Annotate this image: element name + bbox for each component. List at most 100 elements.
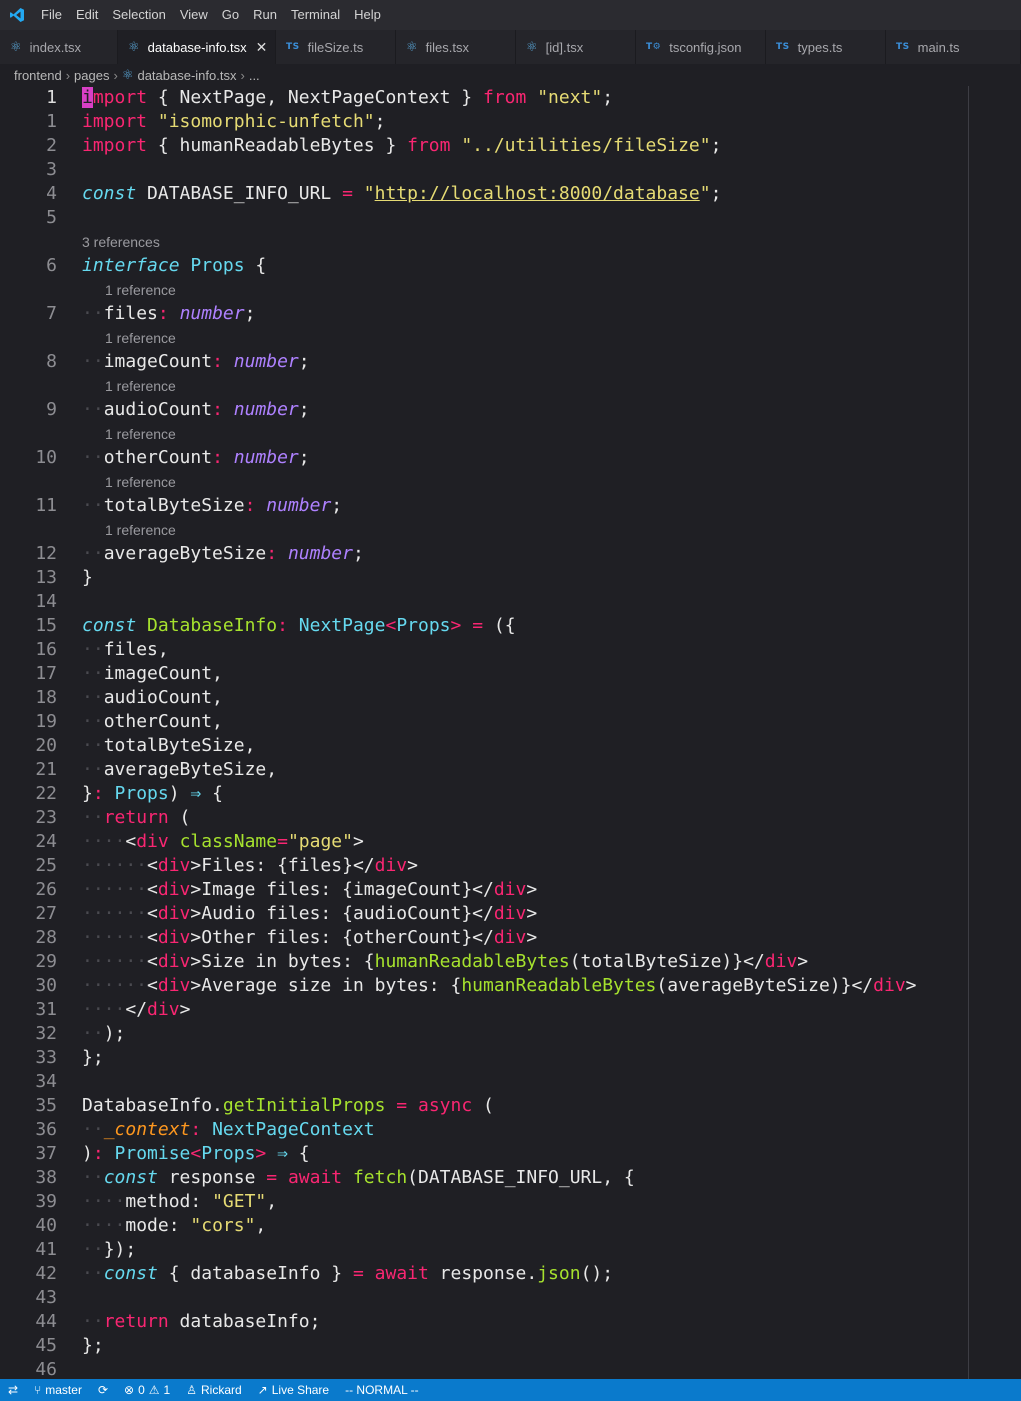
line-number: 44 bbox=[35, 1311, 57, 1332]
code-text: ··averageByteSize: number; bbox=[82, 543, 364, 564]
code-line[interactable]: 44 ··return databaseInfo; bbox=[0, 1310, 1000, 1334]
code-line[interactable]: 22}: Props) ⇒ { bbox=[0, 782, 1000, 806]
code-line[interactable]: 12 ··averageByteSize: number; bbox=[0, 542, 1000, 566]
code-text: ··averageByteSize, bbox=[82, 759, 278, 780]
branch-label: master bbox=[45, 1383, 82, 1397]
code-line[interactable]: 28 ······<div>Other files: {otherCount}</… bbox=[0, 926, 1000, 950]
code-line[interactable]: 39 ····method: "GET", bbox=[0, 1190, 1000, 1214]
code-line[interactable]: 43 bbox=[0, 1286, 1000, 1310]
code-line[interactable]: 26 ······<div>Image files: {imageCount}</… bbox=[0, 878, 1000, 902]
code-line[interactable]: 15 const DatabaseInfo: NextPage<Props> = … bbox=[0, 614, 1000, 638]
code-line[interactable]: 41 ··}); bbox=[0, 1238, 1000, 1262]
code-text: const DATABASE_INFO_URL = "http://localh… bbox=[82, 183, 722, 204]
tab-index-tsx[interactable]: ⚛ index.tsx bbox=[0, 30, 118, 64]
menu-edit[interactable]: Edit bbox=[69, 0, 105, 30]
tab-database-info-tsx[interactable]: ⚛ database-info.tsx ✕ bbox=[118, 30, 276, 64]
close-icon[interactable]: ✕ bbox=[256, 39, 268, 56]
codelens-references[interactable]: 1 reference bbox=[105, 374, 176, 398]
tab-tsconfig-json[interactable]: T⚙ tsconfig.json bbox=[636, 30, 766, 64]
codelens-references[interactable]: 1 reference bbox=[105, 278, 176, 302]
code-line[interactable]: 38 ··const response = await fetch(DATABAS… bbox=[0, 1166, 1000, 1190]
code-line[interactable]: 40 ····mode: "cors", bbox=[0, 1214, 1000, 1238]
code-line[interactable]: 23 ··return ( bbox=[0, 806, 1000, 830]
code-line[interactable]: 34 bbox=[0, 1070, 1000, 1094]
code-line[interactable]: 3 bbox=[0, 158, 1000, 182]
code-line[interactable]: 5 bbox=[0, 206, 1000, 230]
live-share-button[interactable]: ↗ Live Share bbox=[250, 1383, 337, 1397]
react-icon: ⚛ bbox=[406, 39, 418, 55]
code-line[interactable]: 46 bbox=[0, 1358, 1000, 1379]
account-indicator[interactable]: ♙ Rickard bbox=[178, 1383, 249, 1397]
code-line[interactable]: 31 ····</div> bbox=[0, 998, 1000, 1022]
remote-indicator[interactable]: ⇄ bbox=[0, 1383, 26, 1397]
code-line[interactable]: 1 import { NextPage, NextPageContext } fr… bbox=[0, 86, 1000, 110]
code-line[interactable]: 21 ··averageByteSize, bbox=[0, 758, 1000, 782]
code-line[interactable]: 24 ····<div className="page"> bbox=[0, 830, 1000, 854]
sync-button[interactable]: ⟳ bbox=[90, 1383, 116, 1397]
code-line[interactable]: 1 import "isomorphic-unfetch"; bbox=[0, 110, 1000, 134]
code-line[interactable]: 33}; bbox=[0, 1046, 1000, 1070]
tab-filesize-ts[interactable]: TS fileSize.ts bbox=[276, 30, 396, 64]
breadcrumb-item[interactable]: pages bbox=[74, 68, 109, 83]
tab-types-ts[interactable]: TS types.ts bbox=[766, 30, 886, 64]
code-line[interactable]: 18 ··audioCount, bbox=[0, 686, 1000, 710]
code-line[interactable]: 35 DatabaseInfo.getInitialProps = async ( bbox=[0, 1094, 1000, 1118]
code-text: }: Props) ⇒ { bbox=[82, 783, 223, 804]
code-line[interactable]: 30 ······<div>Average size in bytes: {hum… bbox=[0, 974, 1000, 998]
menu-run[interactable]: Run bbox=[246, 0, 284, 30]
menu-terminal[interactable]: Terminal bbox=[284, 0, 347, 30]
code-text: ··); bbox=[82, 1023, 126, 1044]
code-line[interactable]: 42 ··const { databaseInfo } = await respo… bbox=[0, 1262, 1000, 1286]
code-line[interactable]: 2 import { humanReadableBytes } from "../… bbox=[0, 134, 1000, 158]
tab-files-tsx[interactable]: ⚛ files.tsx bbox=[396, 30, 516, 64]
code-line[interactable]: 9 ··audioCount: number; bbox=[0, 398, 1000, 422]
menu-selection[interactable]: Selection bbox=[105, 0, 172, 30]
codelens-references[interactable]: 3 references bbox=[82, 230, 160, 254]
code-line[interactable]: 11 ··totalByteSize: number; bbox=[0, 494, 1000, 518]
code-editor[interactable]: 1 import { NextPage, NextPageContext } fr… bbox=[0, 86, 1021, 1379]
code-line[interactable]: 16 ··files, bbox=[0, 638, 1000, 662]
tab-main-ts[interactable]: TS main.ts bbox=[886, 30, 1021, 64]
breadcrumb-item[interactable]: frontend bbox=[14, 68, 62, 83]
branch-indicator[interactable]: ⑂ master bbox=[26, 1383, 90, 1397]
menu-help[interactable]: Help bbox=[347, 0, 388, 30]
code-line[interactable]: 8 ··imageCount: number; bbox=[0, 350, 1000, 374]
line-number: 23 bbox=[35, 807, 57, 828]
code-text: ······<div>Audio files: {audioCount}</di… bbox=[82, 903, 538, 924]
code-line[interactable]: 32 ··); bbox=[0, 1022, 1000, 1046]
code-line[interactable]: 25 ······<div>Files: {files}</div> bbox=[0, 854, 1000, 878]
code-line[interactable]: 29 ······<div>Size in bytes: {humanReadab… bbox=[0, 950, 1000, 974]
code-line[interactable]: 14 bbox=[0, 590, 1000, 614]
menu-go[interactable]: Go bbox=[215, 0, 246, 30]
vscode-logo-icon[interactable] bbox=[0, 0, 34, 30]
menu-file[interactable]: File bbox=[34, 0, 69, 30]
code-line[interactable]: 37): Promise<Props> ⇒ { bbox=[0, 1142, 1000, 1166]
breadcrumb-item[interactable]: database-info.tsx bbox=[137, 68, 236, 83]
codelens-references[interactable]: 1 reference bbox=[105, 422, 176, 446]
code-line[interactable]: 7 ··files: number; bbox=[0, 302, 1000, 326]
code-line[interactable]: 19 ··otherCount, bbox=[0, 710, 1000, 734]
code-line[interactable]: 10 ··otherCount: number; bbox=[0, 446, 1000, 470]
code-line[interactable]: 27 ······<div>Audio files: {audioCount}</… bbox=[0, 902, 1000, 926]
code-line[interactable]: 17 ··imageCount, bbox=[0, 662, 1000, 686]
menu-view[interactable]: View bbox=[173, 0, 215, 30]
code-line[interactable]: 20 ··totalByteSize, bbox=[0, 734, 1000, 758]
line-number: 19 bbox=[35, 711, 57, 732]
code-text: }; bbox=[82, 1047, 104, 1068]
codelens-references[interactable]: 1 reference bbox=[105, 326, 176, 350]
code-text: ··files, bbox=[82, 639, 169, 660]
code-line[interactable]: 13} bbox=[0, 566, 1000, 590]
code-line[interactable]: 45}; bbox=[0, 1334, 1000, 1358]
code-line[interactable]: 6 interface Props { bbox=[0, 254, 1000, 278]
breadcrumb-item[interactable]: ... bbox=[249, 68, 260, 83]
code-line[interactable]: 36 ··_context: NextPageContext bbox=[0, 1118, 1000, 1142]
problems-indicator[interactable]: ⊗ 0 ⚠ 1 bbox=[116, 1383, 178, 1397]
code-text: ··_context: NextPageContext bbox=[82, 1119, 375, 1140]
codelens-references[interactable]: 1 reference bbox=[105, 470, 176, 494]
error-count: 0 bbox=[138, 1383, 145, 1397]
line-number: 16 bbox=[35, 639, 57, 660]
code-line[interactable]: 4 const DATABASE_INFO_URL = "http://local… bbox=[0, 182, 1000, 206]
codelens-references[interactable]: 1 reference bbox=[105, 518, 176, 542]
tab-id-tsx[interactable]: ⚛ [id].tsx bbox=[516, 30, 636, 64]
code-text: ··files: number; bbox=[82, 303, 256, 324]
